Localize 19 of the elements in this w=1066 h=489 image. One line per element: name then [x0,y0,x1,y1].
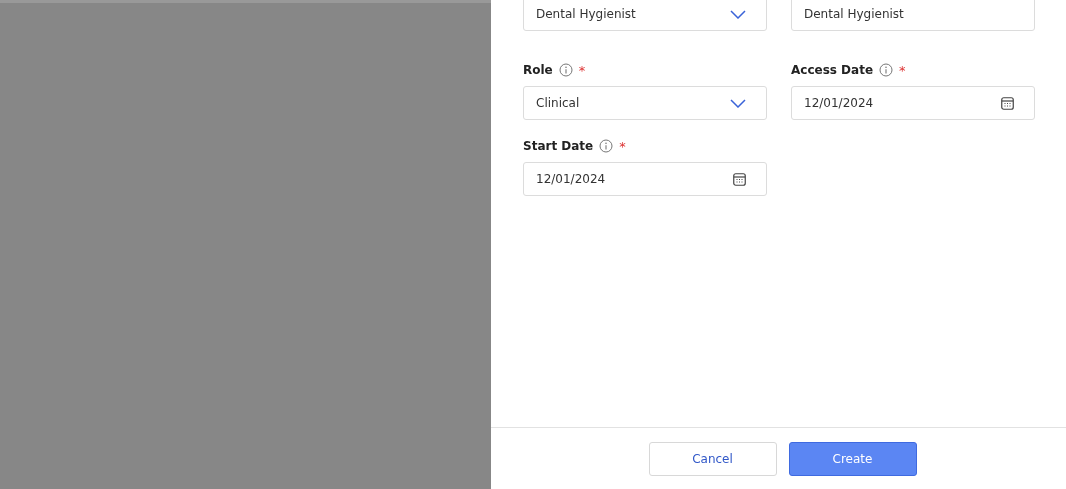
chevron-down-icon [730,9,746,19]
info-icon [879,63,894,77]
select-field[interactable]: Dental Hygienist [523,0,767,31]
required-mark: * [899,62,906,78]
date-field[interactable]: 12/01/2024 [791,86,1035,120]
field-label: Start Date [523,139,594,153]
info-icon [558,63,573,77]
select-field[interactable]: Clinical [523,86,767,120]
field-label: Access Date [791,63,874,77]
date-field[interactable]: 12/01/2024 [523,162,767,196]
calendar-icon [1001,96,1014,110]
calendar-icon [733,172,746,186]
chevron-down-icon [730,98,746,108]
required-mark: * [619,138,626,154]
required-mark: * [578,62,586,78]
info-icon [599,139,614,153]
field-label: Role [523,63,553,77]
input-field[interactable]: Dental Hygienist [791,0,1035,31]
cancel-button[interactable]: Cancel [648,441,777,476]
